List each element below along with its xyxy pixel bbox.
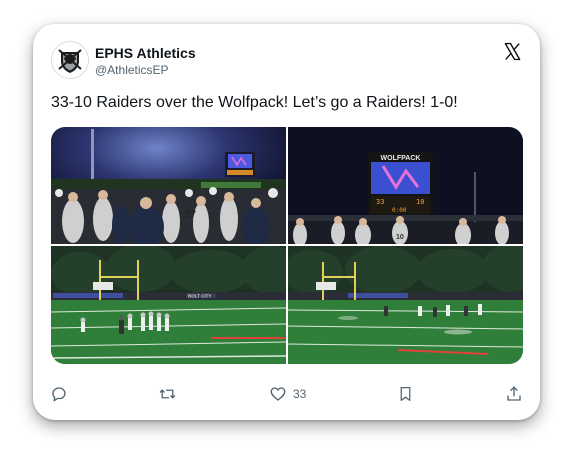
raiders-shield-logo-icon [52, 42, 88, 78]
media-grid: 27 WOLFPACK 33 10 0:00 10 BOLT CITY [51, 127, 523, 364]
account-name[interactable]: EPHS Athletics [95, 45, 196, 61]
bookmark-button[interactable] [397, 382, 414, 406]
avatar[interactable] [51, 41, 89, 79]
svg-text:10: 10 [416, 198, 424, 206]
reply-icon [52, 387, 66, 402]
like-count: 33 [293, 387, 307, 401]
action-bar: 33 [33, 382, 540, 410]
page-background: EPHS Athletics @AthleticsEP 33-10 Raider… [0, 0, 574, 465]
heart-icon [270, 387, 286, 401]
x-logo-icon[interactable] [503, 42, 522, 61]
tweet-text: 33-10 Raiders over the Wolfpack! Let’s g… [51, 94, 458, 111]
svg-text:10: 10 [396, 234, 404, 241]
photo-scoreboard[interactable]: WOLFPACK 33 10 0:00 10 [288, 127, 523, 244]
banner-text: BOLT CITY [188, 294, 211, 299]
account-handle[interactable]: @AthleticsEP [95, 63, 169, 77]
svg-text:27: 27 [186, 209, 196, 219]
like-button[interactable]: 33 [269, 382, 306, 406]
photo-team-huddle[interactable]: 27 [51, 127, 286, 244]
scoreboard-title: WOLFPACK [381, 155, 421, 162]
svg-text:33: 33 [376, 198, 384, 206]
share-icon [507, 386, 521, 401]
photo-field-right[interactable] [288, 246, 523, 364]
share-button[interactable] [505, 382, 523, 406]
repost-icon [159, 389, 176, 399]
reply-button[interactable] [50, 382, 68, 406]
repost-button[interactable] [158, 382, 177, 406]
bookmark-icon [400, 386, 411, 402]
svg-text:0:00: 0:00 [392, 207, 407, 214]
tweet-card: EPHS Athletics @AthleticsEP 33-10 Raider… [33, 24, 540, 420]
photo-field-left[interactable]: BOLT CITY [51, 246, 286, 364]
